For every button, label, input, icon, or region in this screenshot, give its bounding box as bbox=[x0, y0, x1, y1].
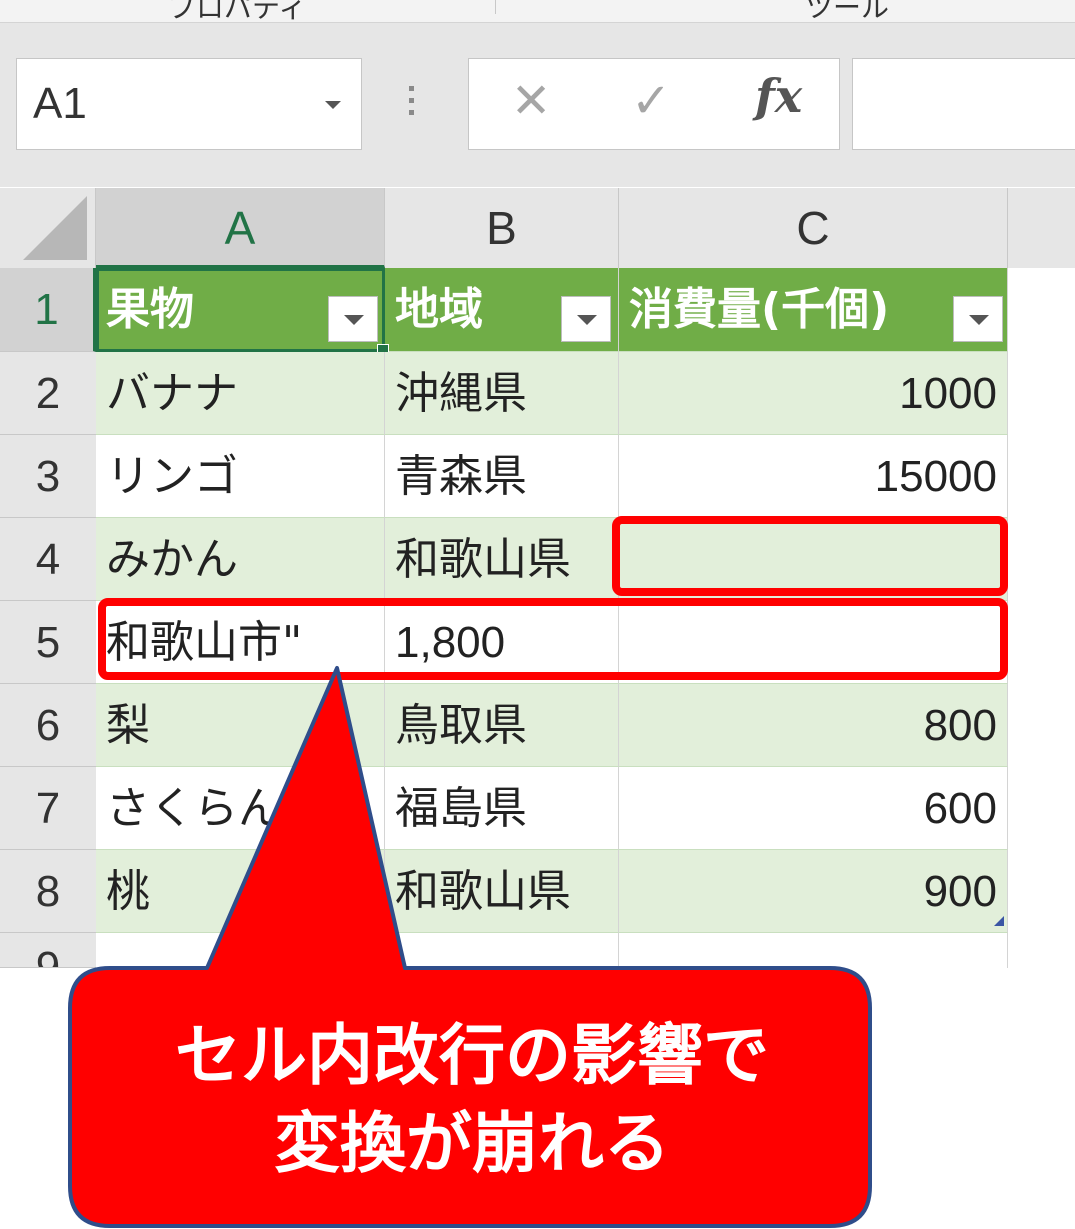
callout-line-1: セル内改行の影響で bbox=[175, 1017, 769, 1094]
callout-line-2: 変換が崩れる bbox=[274, 1105, 670, 1182]
callout-text: セル内改行の影響で 変換が崩れる bbox=[74, 1012, 870, 1188]
